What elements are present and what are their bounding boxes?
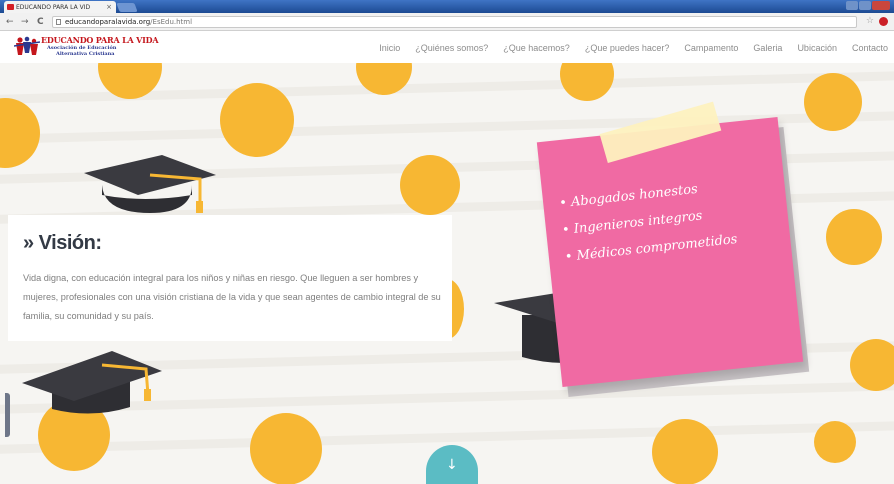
vision-title: » Visión:: [23, 232, 102, 254]
sticky-note: Abogados honestos Ingenieros integros Mé…: [536, 101, 810, 397]
logo-figures-icon: [14, 36, 40, 55]
new-tab-button[interactable]: [116, 3, 138, 12]
decorative-dot: [0, 98, 40, 168]
reload-button[interactable]: C: [37, 16, 44, 28]
decorative-dot: [826, 209, 882, 265]
decorative-dot: [560, 63, 614, 101]
scroll-down-button[interactable]: ↓: [426, 445, 478, 484]
url-domain: educandoparalavida.org: [65, 18, 151, 26]
forward-button[interactable]: →: [21, 16, 29, 28]
graduation-cap-icon: [84, 155, 216, 213]
page-icon: [56, 19, 61, 25]
sticky-note-tape: [599, 101, 722, 164]
site-header: EDUCANDO PARA LA VIDA Asociación de Educ…: [0, 31, 894, 63]
bookmark-star-icon[interactable]: ☆: [866, 16, 874, 26]
logo-subtitle-2: Alternativa Cristiana: [56, 51, 115, 57]
nav-item-campamento[interactable]: Campamento: [684, 43, 738, 53]
decorative-dot: [814, 421, 856, 463]
nav-item-ubicacion[interactable]: Ubicación: [797, 43, 837, 53]
decorative-dot: [400, 155, 460, 215]
main-nav: Inicio ¿Quiénes somos? ¿Que hacemos? ¿Qu…: [364, 43, 888, 53]
pinterest-icon[interactable]: [879, 17, 888, 26]
window-close-button[interactable]: [872, 1, 890, 10]
site-logo[interactable]: EDUCANDO PARA LA VIDA Asociación de Educ…: [14, 35, 159, 59]
hero-section: » Visión: Vida digna, con educación inte…: [0, 63, 894, 484]
nav-item-inicio[interactable]: Inicio: [379, 43, 400, 53]
vision-text: Vida digna, con educación integral para …: [23, 273, 441, 321]
nav-item-que-puedes-hacer[interactable]: ¿Que puedes hacer?: [585, 43, 670, 53]
arrow-down-icon: ↓: [446, 457, 458, 473]
decorative-dot: [250, 413, 322, 484]
decorative-dot: [220, 83, 294, 157]
minimize-button[interactable]: [846, 1, 858, 10]
site-favicon-icon: [7, 4, 14, 10]
url-input[interactable]: educandoparalavida.org/EsEdu.html: [52, 16, 857, 28]
back-button[interactable]: ←: [6, 16, 14, 28]
address-bar: ← → C educandoparalavida.org/EsEdu.html …: [0, 13, 894, 31]
graduation-cap-icon: [22, 351, 162, 414]
tab-close-icon[interactable]: ×: [106, 3, 112, 11]
decorative-dot: [850, 339, 894, 391]
decorative-dot: [804, 73, 862, 131]
browser-tab[interactable]: EDUCANDO PARA LA VID ×: [4, 1, 116, 13]
nav-item-quienes-somos[interactable]: ¿Quiénes somos?: [415, 43, 488, 53]
decorative-dot: [652, 419, 718, 484]
side-panel-tab[interactable]: [5, 393, 10, 437]
nav-item-que-hacemos[interactable]: ¿Que hacemos?: [503, 43, 570, 53]
maximize-button[interactable]: [859, 1, 871, 10]
sticky-note-paper: Abogados honestos Ingenieros integros Mé…: [536, 101, 804, 387]
nav-item-contacto[interactable]: Contacto: [852, 43, 888, 53]
window-controls: [846, 1, 890, 10]
url-path: /EsEdu.html: [150, 18, 193, 26]
logo-title: EDUCANDO PARA LA VIDA: [41, 35, 159, 45]
browser-tab-strip: EDUCANDO PARA LA VID ×: [0, 0, 894, 13]
tab-title: EDUCANDO PARA LA VID: [16, 4, 91, 11]
note-list: Abogados honestos Ingenieros integros Mé…: [558, 172, 739, 271]
vision-card: » Visión: Vida digna, con educación inte…: [8, 215, 452, 341]
nav-item-galeria[interactable]: Galeria: [753, 43, 782, 53]
